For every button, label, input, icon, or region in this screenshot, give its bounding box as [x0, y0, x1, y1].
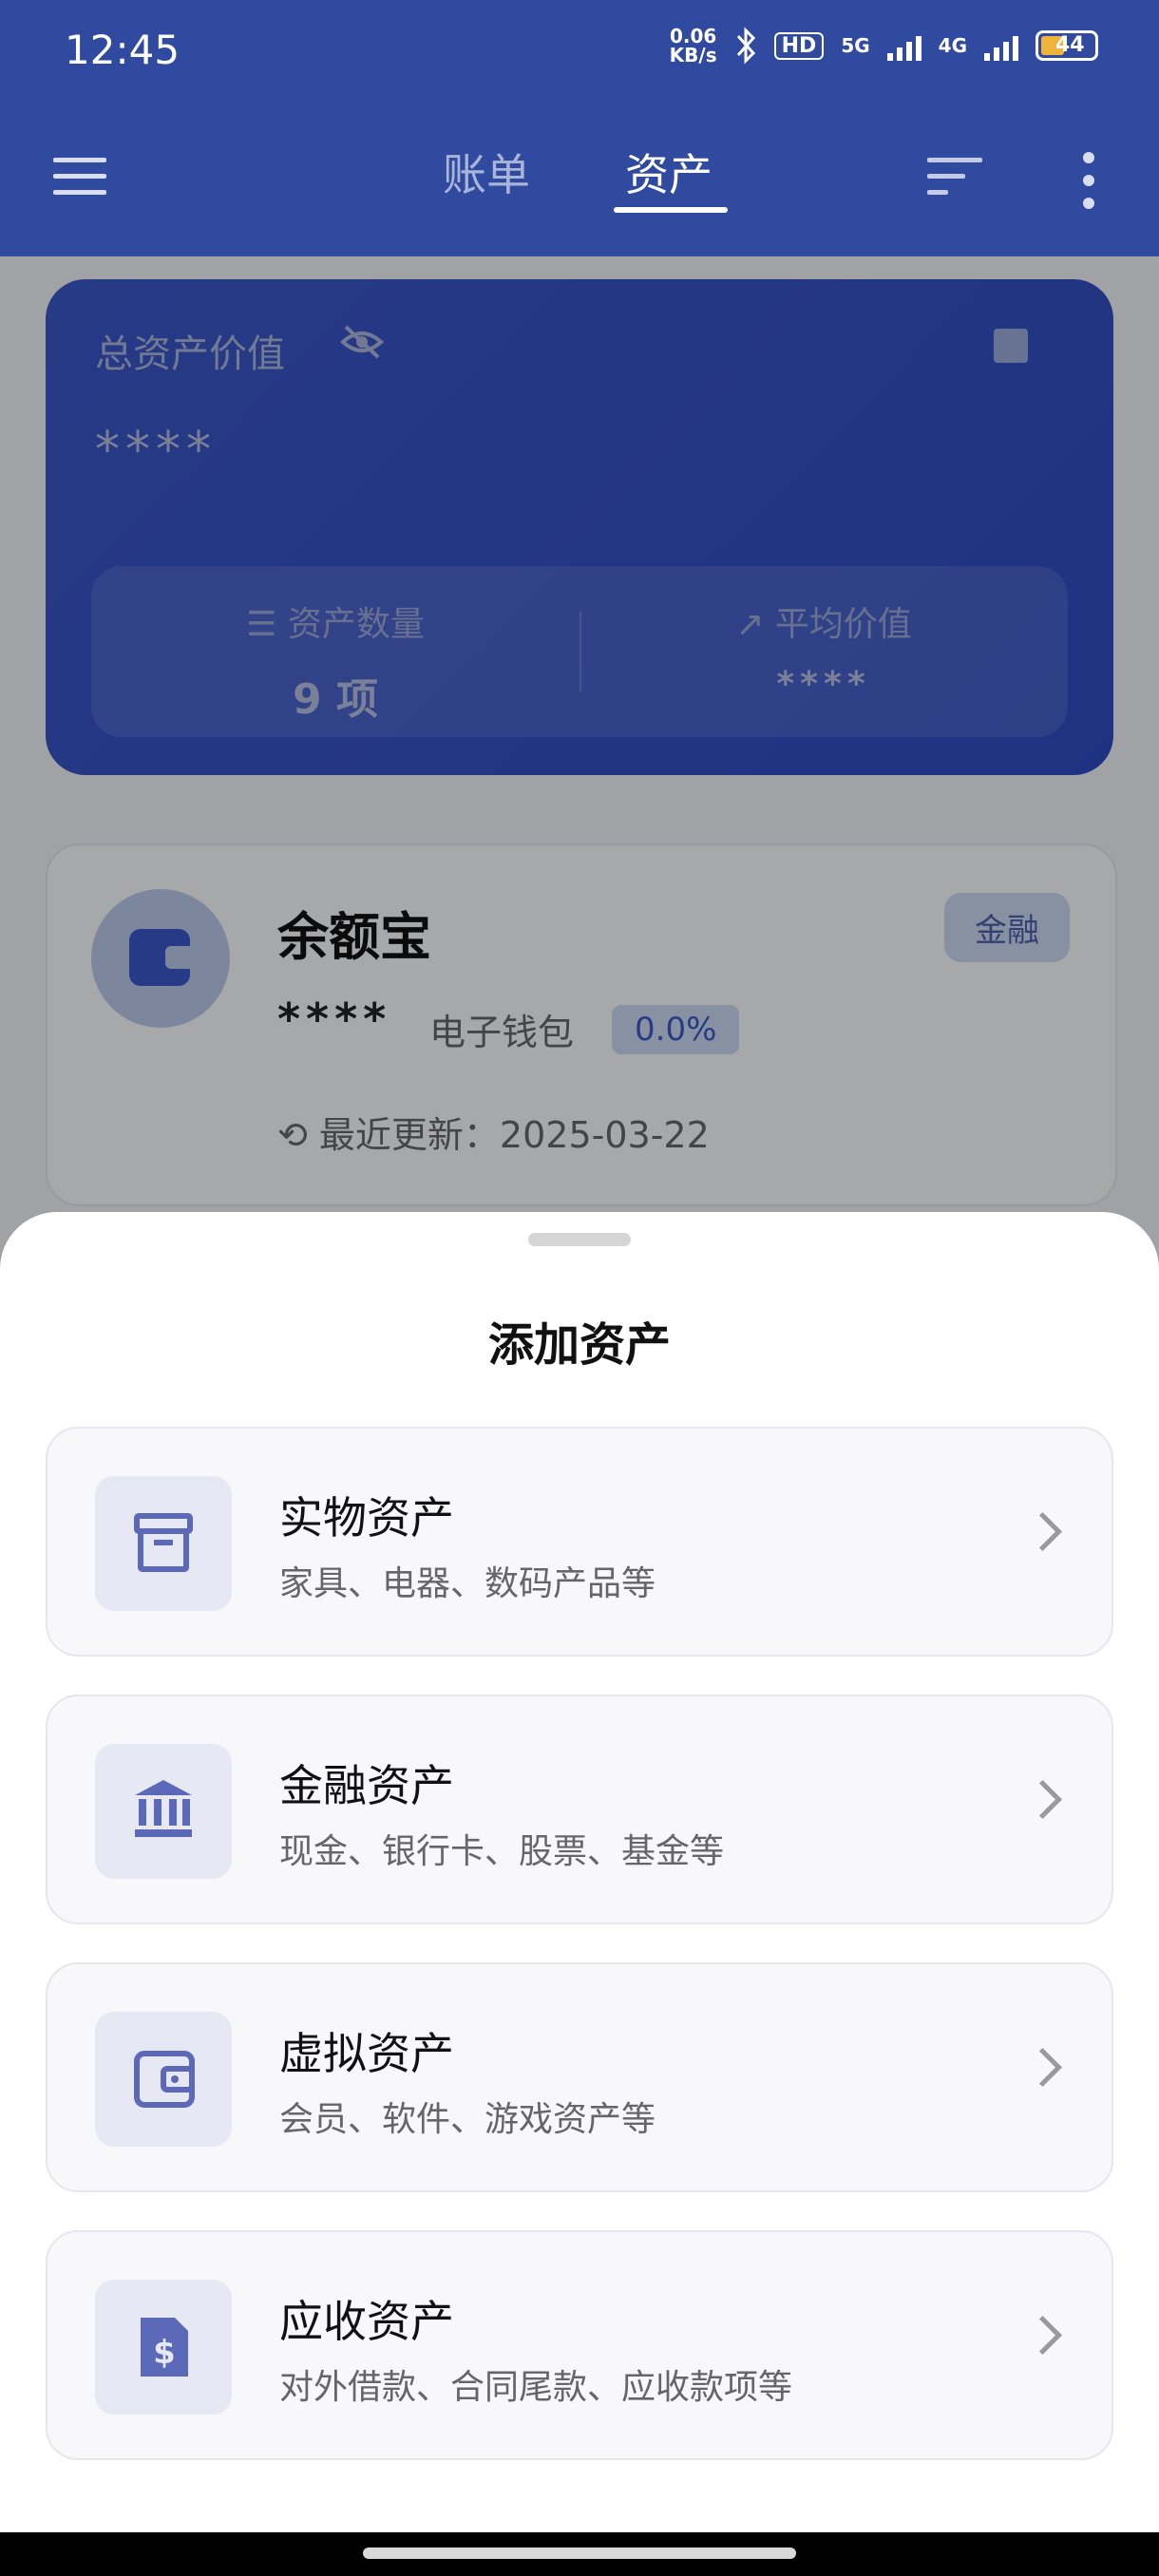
option-subtitle: 对外借款、合同尾款、应收款项等	[279, 2368, 793, 2407]
status-icons: 0.06 KB/s HD 5G 4G 44	[670, 27, 1098, 65]
option-subtitle: 会员、软件、游戏资产等	[279, 2100, 656, 2139]
option-title: 应收资产	[279, 2296, 454, 2347]
option-financial-assets[interactable]: 金融资产 现金、银行卡、股票、基金等	[46, 1695, 1113, 1924]
option-subtitle: 家具、电器、数码产品等	[279, 1564, 656, 1603]
bank-icon	[135, 1780, 192, 1837]
app-bar: 12:45 0.06 KB/s HD 5G 4G 44 账单 资产	[0, 0, 1159, 256]
wallet-icon	[134, 2051, 195, 2108]
signal-icon-2	[984, 30, 1018, 61]
svg-text:$: $	[153, 2334, 176, 2372]
sort-icon[interactable]	[927, 158, 982, 196]
sheet-drag-handle[interactable]	[528, 1233, 631, 1246]
battery-icon: 44	[1036, 30, 1098, 61]
more-options-icon[interactable]	[1083, 152, 1094, 220]
active-tab-indicator	[614, 207, 728, 213]
add-asset-sheet: 添加资产 实物资产 家具、电器、数码产品等 金融资产 现金、银行卡、股票、基金等…	[0, 1212, 1159, 2532]
archive-box-icon	[134, 1513, 193, 1572]
chevron-right-icon	[1022, 2315, 1063, 2356]
menu-icon[interactable]	[53, 158, 106, 196]
network-label-1: 5G	[841, 34, 870, 57]
option-physical-assets[interactable]: 实物资产 家具、电器、数码产品等	[46, 1427, 1113, 1657]
sheet-title: 添加资产	[487, 1318, 671, 1372]
network-speed: 0.06 KB/s	[669, 25, 717, 66]
signal-icon	[886, 30, 922, 61]
option-title: 实物资产	[279, 1492, 454, 1544]
option-subtitle: 现金、银行卡、股票、基金等	[279, 1832, 725, 1871]
chevron-right-icon	[1022, 1511, 1063, 1552]
chevron-right-icon	[1022, 2047, 1063, 2088]
option-title: 金融资产	[279, 1760, 454, 1811]
bluetooth-icon	[736, 27, 755, 65]
tab-bill[interactable]: 账单	[443, 141, 530, 203]
system-nav-bar	[0, 2532, 1159, 2576]
tab-assets[interactable]: 资产	[625, 141, 712, 203]
status-time: 12:45	[65, 27, 180, 73]
network-label-2: 4G	[938, 34, 967, 57]
home-gesture-bar[interactable]	[363, 2548, 796, 2559]
chevron-right-icon	[1022, 1779, 1063, 1820]
option-virtual-assets[interactable]: 虚拟资产 会员、软件、游戏资产等	[46, 1962, 1113, 2192]
option-title: 虚拟资产	[279, 2028, 454, 2079]
invoice-dollar-icon: $	[141, 2318, 188, 2377]
hd-badge: HD	[773, 31, 825, 60]
option-receivable-assets[interactable]: $ 应收资产 对外借款、合同尾款、应收款项等	[46, 2230, 1113, 2460]
